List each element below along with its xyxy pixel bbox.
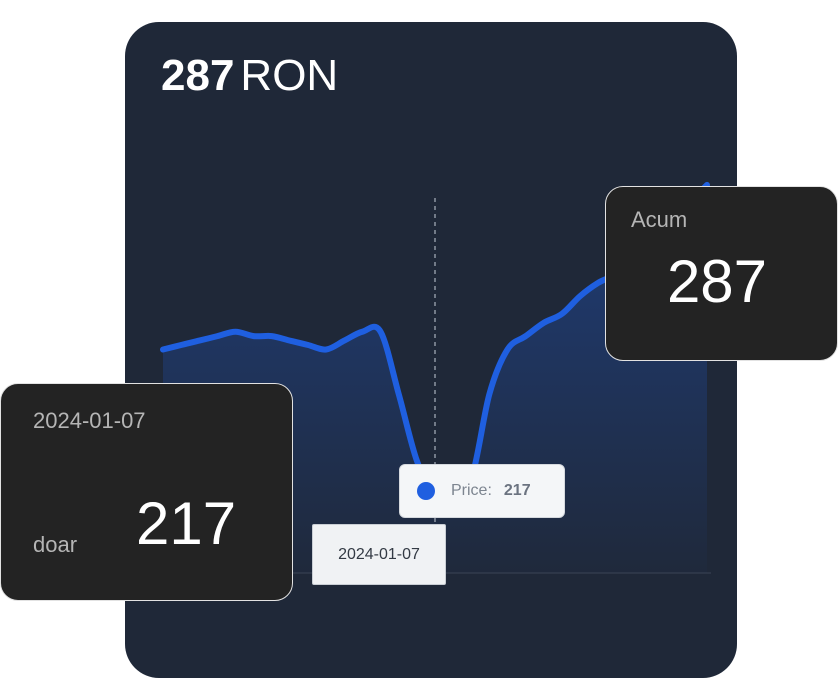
selected-date: 2024-01-07 [33,408,146,433]
accumulated-panel: Acum 287 [605,186,838,361]
tooltip-value: 217 [503,482,531,499]
tooltip-label: Price: [451,482,492,499]
selected-point-panel: 2024-01-07 doar 217 [0,383,293,601]
selected-label: doar [33,532,78,557]
series-color-dot [417,482,435,500]
accumulated-label: Acum [631,207,688,232]
chart-tooltip: Price: 217 [399,464,565,518]
x-axis-tooltip-date: 2024-01-07 [338,545,420,563]
accumulated-value: 287 [666,248,768,315]
x-axis-tooltip: 2024-01-07 [312,524,446,585]
selected-value: 217 [136,490,237,557]
